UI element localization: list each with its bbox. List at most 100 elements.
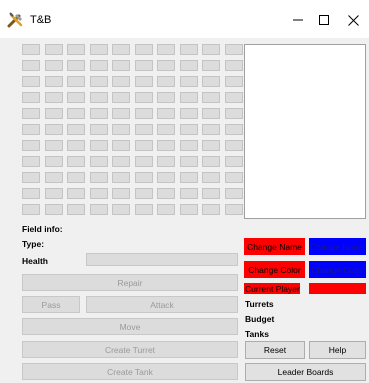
board-cell[interactable] [67,44,85,55]
board-cell[interactable] [157,44,175,55]
board-cell[interactable] [44,108,63,119]
board-cell[interactable] [44,204,63,215]
board-cell[interactable] [179,124,198,135]
board-cell[interactable] [112,76,130,87]
board-cell[interactable] [44,188,63,199]
board-cell[interactable] [89,172,108,183]
board-cell[interactable] [44,44,63,55]
board-cell[interactable] [22,108,40,119]
board-cell[interactable] [202,140,220,151]
board-cell[interactable] [202,124,220,135]
board-cell[interactable] [224,124,243,135]
attack-button[interactable]: Attack [86,296,238,313]
board-cell[interactable] [134,188,153,199]
board-cell[interactable] [224,156,243,167]
leader-boards-button[interactable]: Leader Boards [245,363,366,381]
board-cell[interactable] [224,140,243,151]
board-cell[interactable] [22,172,40,183]
maximize-button[interactable] [309,9,339,31]
change-name-red-button[interactable]: Change Name [244,238,305,255]
board-cell[interactable] [44,124,63,135]
board-cell[interactable] [67,60,85,71]
board-cell[interactable] [22,140,40,151]
board-cell[interactable] [67,204,85,215]
board-cell[interactable] [157,172,175,183]
board-cell[interactable] [134,172,153,183]
board-cell[interactable] [179,172,198,183]
change-color-blue-button[interactable]: Change Color [309,261,366,278]
board-cell[interactable] [134,60,153,71]
board-cell[interactable] [157,60,175,71]
repair-button[interactable]: Repair [22,274,238,291]
board-cell[interactable] [157,188,175,199]
board-cell[interactable] [89,60,108,71]
board-cell[interactable] [157,108,175,119]
board-cell[interactable] [22,92,40,103]
board-cell[interactable] [89,44,108,55]
board-cell[interactable] [67,124,85,135]
board-cell[interactable] [134,108,153,119]
board-cell[interactable] [22,60,40,71]
board-cell[interactable] [134,204,153,215]
board-cell[interactable] [224,76,243,87]
board-cell[interactable] [44,60,63,71]
board-cell[interactable] [224,92,243,103]
board-cell[interactable] [89,108,108,119]
move-button[interactable]: Move [22,318,238,335]
board-cell[interactable] [134,44,153,55]
board-cell[interactable] [67,172,85,183]
board-cell[interactable] [112,204,130,215]
board-cell[interactable] [89,76,108,87]
board-cell[interactable] [112,188,130,199]
board-cell[interactable] [67,92,85,103]
board-cell[interactable] [67,108,85,119]
board-cell[interactable] [202,172,220,183]
board-cell[interactable] [112,92,130,103]
board-cell[interactable] [22,124,40,135]
board-cell[interactable] [157,156,175,167]
board-cell[interactable] [112,124,130,135]
board-cell[interactable] [224,60,243,71]
board-cell[interactable] [44,172,63,183]
board-cell[interactable] [112,44,130,55]
create-tank-button[interactable]: Create Tank [22,363,238,380]
board-cell[interactable] [179,140,198,151]
board-cell[interactable] [67,140,85,151]
board-cell[interactable] [202,156,220,167]
board-cell[interactable] [179,60,198,71]
board-cell[interactable] [179,204,198,215]
board-cell[interactable] [89,156,108,167]
change-color-red-button[interactable]: Change Color [244,261,305,278]
board-cell[interactable] [22,76,40,87]
board-cell[interactable] [89,92,108,103]
board-cell[interactable] [22,156,40,167]
board-cell[interactable] [202,108,220,119]
board-cell[interactable] [89,124,108,135]
board-cell[interactable] [202,188,220,199]
board-cell[interactable] [44,92,63,103]
board-cell[interactable] [157,92,175,103]
board-cell[interactable] [179,156,198,167]
board-cell[interactable] [134,156,153,167]
board-cell[interactable] [202,92,220,103]
board-cell[interactable] [112,108,130,119]
board-cell[interactable] [224,188,243,199]
board-cell[interactable] [179,92,198,103]
board-cell[interactable] [89,140,108,151]
board-cell[interactable] [157,124,175,135]
board-cell[interactable] [202,204,220,215]
board-cell[interactable] [157,204,175,215]
board-cell[interactable] [89,188,108,199]
board-cell[interactable] [134,140,153,151]
board-cell[interactable] [134,92,153,103]
board-cell[interactable] [179,108,198,119]
board-cell[interactable] [67,156,85,167]
board-cell[interactable] [179,44,198,55]
board-cell[interactable] [22,188,40,199]
change-name-blue-button[interactable]: Change Name [309,238,366,255]
board-cell[interactable] [224,44,243,55]
board-cell[interactable] [157,140,175,151]
board-cell[interactable] [67,76,85,87]
board-cell[interactable] [22,44,40,55]
create-turret-button[interactable]: Create Turret [22,341,238,358]
